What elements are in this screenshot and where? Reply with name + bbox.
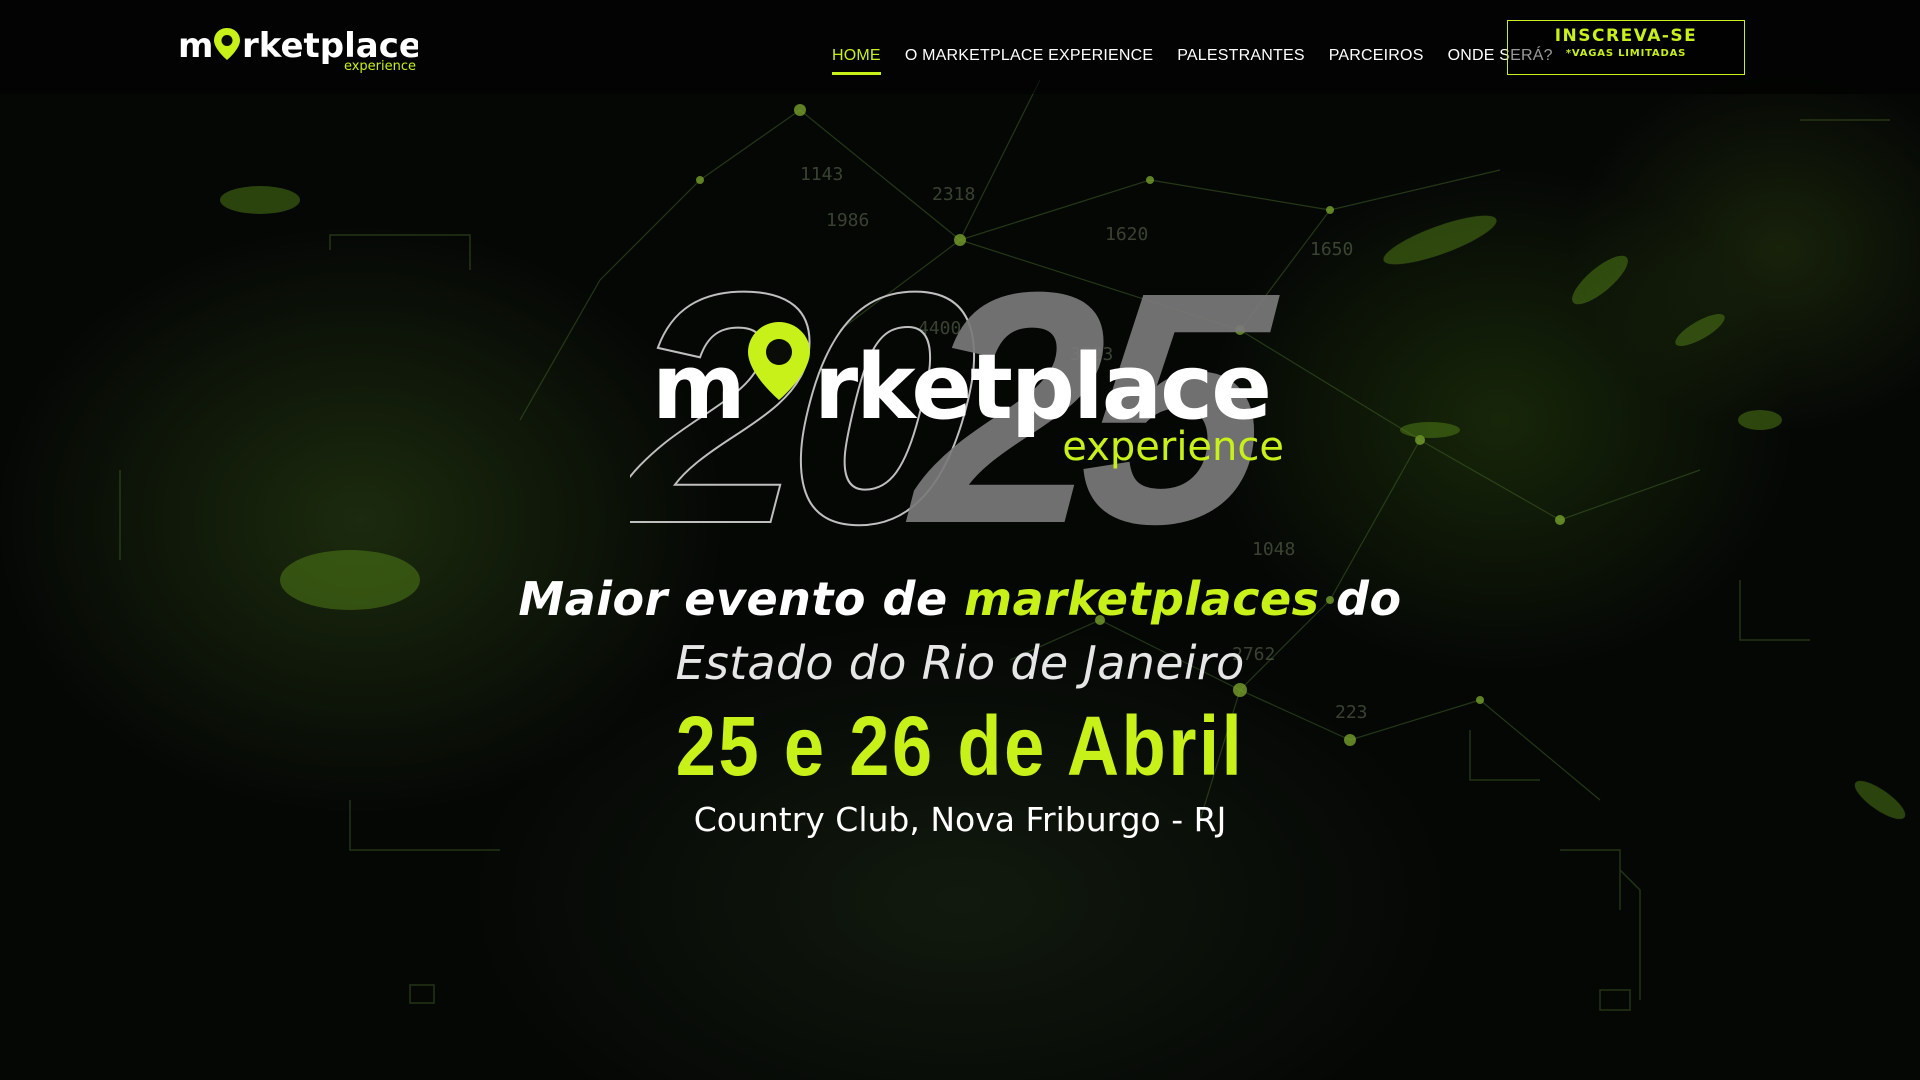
hero-section: 1143 2318 1986 1620 1650 4400 3823 2762 … xyxy=(0,0,1920,1080)
bg-number: 1143 xyxy=(800,164,843,185)
bg-number: 1986 xyxy=(826,210,869,231)
hero-subtagline: Estado do Rio de Janeiro xyxy=(675,636,1245,690)
nav-about[interactable]: O MARKETPLACE EXPERIENCE xyxy=(893,44,1165,75)
logo-subtitle: experience xyxy=(344,59,416,74)
bg-number: 1650 xyxy=(1310,239,1353,260)
subscribe-button-label: INSCREVA-SE xyxy=(1554,26,1698,46)
logo-text-pre: m xyxy=(178,26,213,66)
nav-partners[interactable]: PARCEIROS xyxy=(1317,44,1436,75)
bg-number: 1620 xyxy=(1105,224,1148,245)
tagline-part1: Maior evento de xyxy=(518,572,965,626)
event-dates: 25 e 26 de Abril xyxy=(675,699,1245,793)
event-venue: Country Club, Nova Friburgo - RJ xyxy=(693,800,1227,839)
subscribe-button[interactable]: INSCREVA-SE *VAGAS LIMITADAS xyxy=(1507,20,1745,75)
site-logo[interactable]: m rketplace experience xyxy=(178,24,418,74)
tagline-part2: do xyxy=(1319,572,1402,626)
main-nav: HOME O MARKETPLACE EXPERIENCE PALESTRANT… xyxy=(820,44,1565,75)
hero-logo: 20 25 m rketplace experience xyxy=(630,250,1288,540)
site-header: m rketplace experience HOME O MARKETPLAC… xyxy=(0,0,1920,94)
map-pin-icon xyxy=(214,28,240,60)
hero-logo-text-pre: m xyxy=(652,335,746,440)
nav-home[interactable]: HOME xyxy=(820,44,893,75)
hero-logo-subtitle: experience xyxy=(1062,424,1284,470)
network-background: 1143 2318 1986 1620 1650 4400 3823 2762 … xyxy=(119,79,1906,1011)
tagline-highlight: marketplaces xyxy=(964,572,1320,626)
bg-number: 1048 xyxy=(1252,539,1295,560)
nav-speakers[interactable]: PALESTRANTES xyxy=(1165,44,1316,75)
subscribe-button-sublabel: *VAGAS LIMITADAS xyxy=(1565,48,1687,59)
bg-number: 2318 xyxy=(932,184,975,205)
hero-tagline: Maior evento de marketplaces do xyxy=(0,572,1920,626)
